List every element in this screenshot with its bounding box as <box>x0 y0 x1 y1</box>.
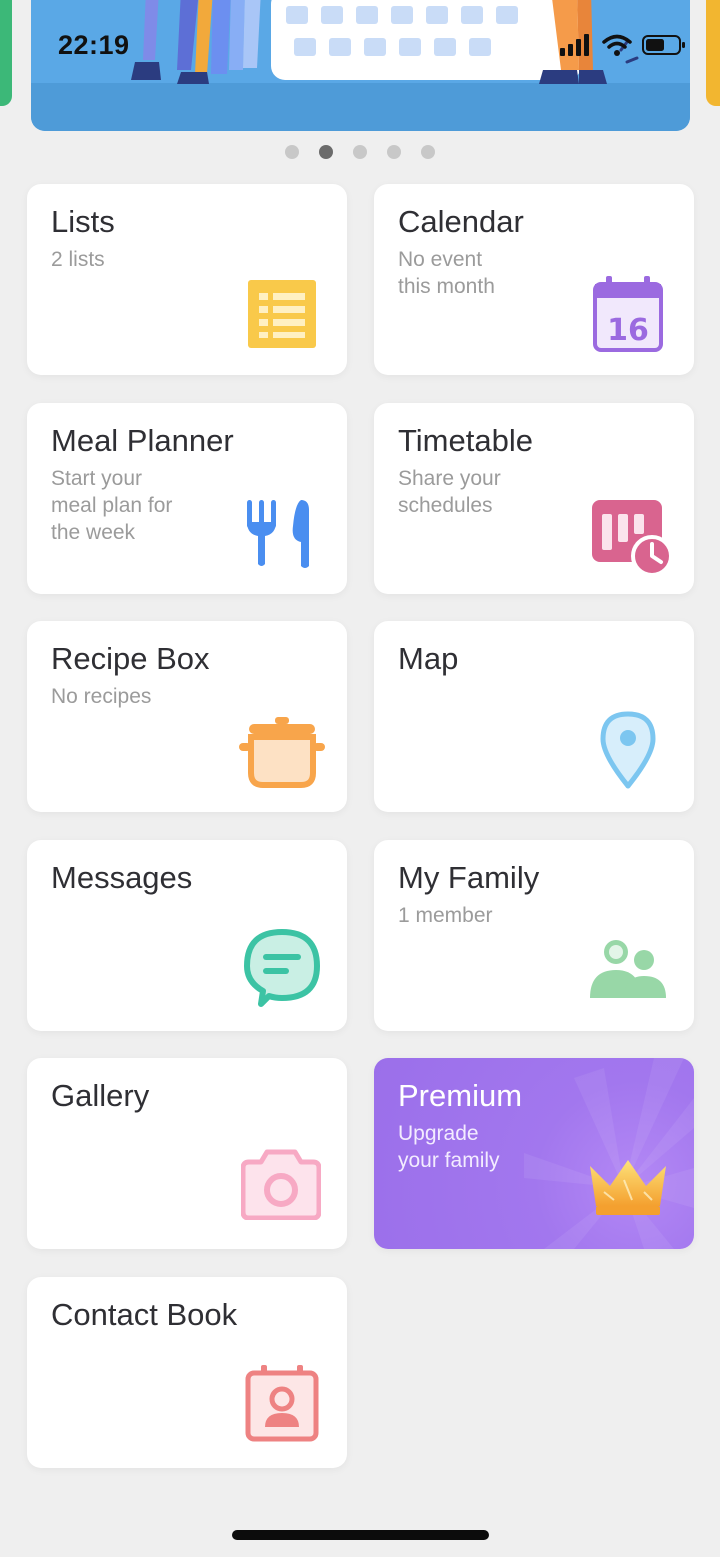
card-recipe-box[interactable]: Recipe Box No recipes <box>27 621 347 812</box>
carousel-next-peek[interactable] <box>706 0 720 106</box>
calendar-icon: 16 <box>593 276 663 352</box>
map-pin-icon <box>600 711 656 789</box>
carousel-page-indicator <box>0 145 720 159</box>
card-title: Lists <box>51 204 115 239</box>
card-meal-planner[interactable]: Meal Planner Start your meal plan for th… <box>27 403 347 594</box>
card-calendar[interactable]: Calendar No event this month 16 <box>374 184 694 375</box>
timetable-clock-icon <box>592 500 673 576</box>
signal-icon <box>560 34 589 56</box>
page-dot[interactable] <box>285 145 299 159</box>
calendar-icon-date: 16 <box>607 313 649 348</box>
camera-icon <box>241 1149 321 1220</box>
card-title: Gallery <box>51 1078 150 1113</box>
card-subtitle: No event this month <box>398 248 495 298</box>
card-title: Timetable <box>398 423 533 458</box>
page-dot[interactable] <box>353 145 367 159</box>
card-premium[interactable]: Premium Upgrade your family <box>374 1058 694 1249</box>
card-title: Meal Planner <box>51 423 234 458</box>
status-icons <box>560 34 686 56</box>
card-lists[interactable]: Lists 2 lists <box>27 184 347 375</box>
crown-icon <box>590 1160 666 1215</box>
home-indicator[interactable] <box>232 1530 489 1540</box>
card-map[interactable]: Map <box>374 621 694 812</box>
card-title: Map <box>398 641 459 676</box>
banner-illustration <box>131 0 639 84</box>
status-time: 22:19 <box>58 30 130 60</box>
chat-bubble-icon <box>244 929 320 1007</box>
people-icon <box>590 940 666 998</box>
card-subtitle: No recipes <box>51 685 152 708</box>
page-dot[interactable] <box>421 145 435 159</box>
card-title: Contact Book <box>51 1297 238 1332</box>
battery-icon <box>642 35 685 55</box>
card-title: Messages <box>51 860 193 895</box>
card-title: Premium <box>398 1078 523 1113</box>
carousel-banner[interactable] <box>31 0 690 131</box>
card-messages[interactable]: Messages <box>27 840 347 1031</box>
card-timetable[interactable]: Timetable Share your schedules <box>374 403 694 594</box>
card-title: Recipe Box <box>51 641 210 676</box>
list-icon <box>248 280 316 348</box>
card-my-family[interactable]: My Family 1 member <box>374 840 694 1031</box>
card-subtitle: Start your meal plan for the week <box>51 467 173 544</box>
card-subtitle: 2 lists <box>51 248 105 271</box>
card-subtitle: Upgrade your family <box>398 1122 500 1172</box>
card-subtitle: 1 member <box>398 904 493 927</box>
card-gallery[interactable]: Gallery <box>27 1058 347 1249</box>
wifi-icon <box>602 34 632 56</box>
card-subtitle: Share your schedules <box>398 467 501 517</box>
card-title: My Family <box>398 860 540 895</box>
page-dot[interactable] <box>387 145 401 159</box>
fork-knife-icon <box>247 500 309 568</box>
page-dot-active[interactable] <box>319 145 333 159</box>
contact-card-icon <box>245 1365 319 1442</box>
cooking-pot-icon <box>239 717 325 788</box>
card-title: Calendar <box>398 204 524 239</box>
carousel-prev-peek[interactable] <box>0 0 12 106</box>
card-contact-book[interactable]: Contact Book <box>27 1277 347 1468</box>
